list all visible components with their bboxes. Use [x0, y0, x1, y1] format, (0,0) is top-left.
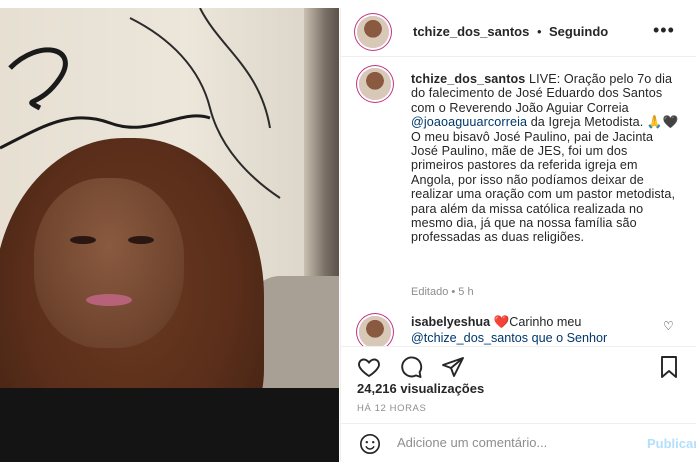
caption-body-part2: da Igreja Metodista. 🙏🖤O meu bisavô José… [411, 115, 679, 245]
post-header: tchize_dos_santos • Seguindo ••• [341, 8, 696, 57]
header-separator: • [537, 24, 542, 39]
commenter-avatar[interactable] [359, 316, 391, 346]
comment-like-icon[interactable]: ♡ [663, 319, 674, 333]
post-timestamp[interactable]: HÁ 12 HORAS [357, 403, 426, 414]
author-avatar[interactable] [357, 16, 389, 48]
post-side-panel: tchize_dos_santos • Seguindo ••• tchize_… [340, 8, 696, 462]
comment-body: Carinho meu [509, 315, 582, 329]
caption-meta: Editado • 5 h [411, 286, 474, 298]
view-count[interactable]: 24,216 visualizações [357, 381, 484, 396]
comment-heart-emoji: ❤️ [493, 315, 510, 329]
following-button[interactable]: Seguindo [549, 24, 608, 39]
more-options-icon[interactable]: ••• [653, 20, 675, 41]
person-lips [86, 294, 132, 306]
comment-composer: Publicar [341, 423, 696, 464]
person-face [34, 178, 184, 348]
share-icon[interactable] [441, 355, 465, 379]
post-actions: 24,216 visualizações HÁ 12 HORAS Publica… [341, 346, 696, 463]
caption-text: tchize_dos_santos LIVE: Oração pelo 7o d… [411, 72, 683, 245]
person-shirt [0, 388, 339, 462]
comment-input[interactable] [397, 435, 607, 450]
commenter-username[interactable]: isabelyeshua [411, 315, 490, 329]
caption-mention[interactable]: @joaoaguuarcorreia [411, 115, 527, 129]
author-username[interactable]: tchize_dos_santos [413, 24, 529, 39]
like-heart-icon[interactable] [357, 355, 381, 379]
emoji-icon[interactable] [359, 433, 381, 455]
save-bookmark-icon[interactable] [657, 355, 681, 379]
person-eye-left [70, 236, 96, 244]
comment-mention[interactable]: @tchize_dos_santos que o Senhor [411, 331, 607, 345]
post-media[interactable] [0, 8, 339, 462]
comment-text: isabelyeshua ❤️Carinho meu @tchize_dos_s… [411, 314, 671, 346]
comments-scroll-area[interactable]: tchize_dos_santos LIVE: Oração pelo 7o d… [341, 64, 696, 346]
caption-author-avatar[interactable] [359, 68, 391, 100]
caption-username[interactable]: tchize_dos_santos [411, 72, 525, 86]
comment-icon[interactable] [399, 355, 423, 379]
instagram-post-frame: tchize_dos_santos • Seguindo ••• tchize_… [0, 0, 696, 464]
publish-button[interactable]: Publicar [647, 436, 696, 451]
person-eye-right [128, 236, 154, 244]
